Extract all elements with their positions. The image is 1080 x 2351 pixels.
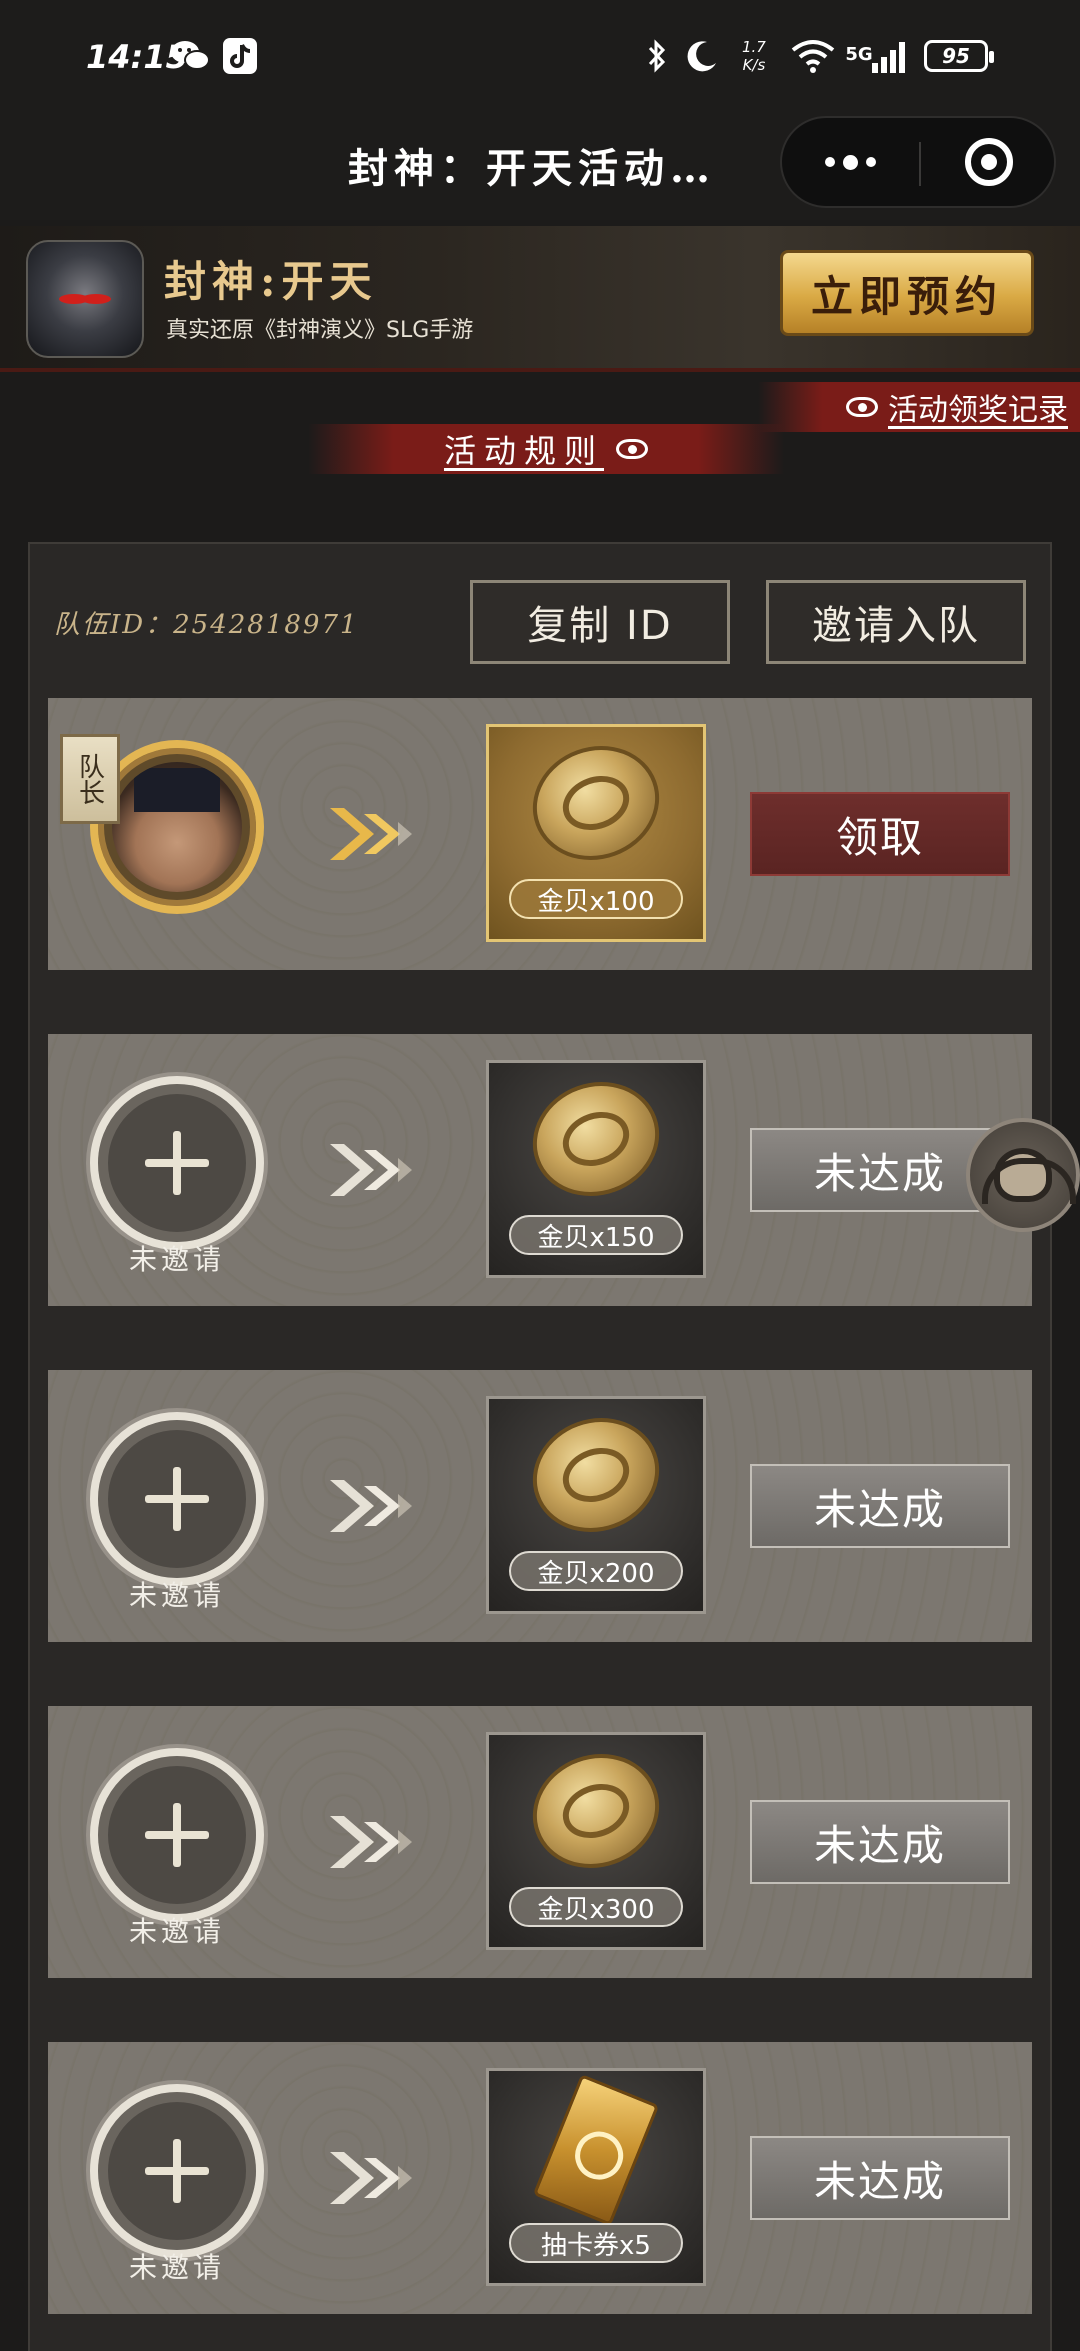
copy-id-button[interactable]: 复制 ID (470, 580, 730, 664)
slot-status-label: 未邀请 (128, 1915, 225, 1948)
slot-status-label: 未邀请 (128, 1579, 225, 1612)
reward-label: 金贝x150 (509, 1215, 683, 1255)
moon-icon (682, 36, 722, 76)
more-button[interactable] (782, 118, 919, 206)
slot-status-label: 未邀请 (128, 2251, 225, 2284)
double-arrow-icon (330, 2148, 440, 2208)
game-subtitle: 真实还原《封神演义》SLG手游 (166, 318, 474, 343)
signal-icon (868, 36, 912, 76)
captain-portrait (112, 762, 242, 892)
speed-unit: K/s (742, 56, 766, 74)
team-member-row: 未邀请 金贝x200 未达成 (48, 1370, 1032, 1642)
team-member-row: 未邀请 金贝x300 未达成 (48, 1706, 1032, 1978)
network-speed: 1.7 K/s (742, 38, 766, 74)
double-arrow-icon (330, 1476, 440, 1536)
speed-value: 1.7 (742, 38, 766, 56)
gold-shell-coin-icon (516, 1064, 676, 1214)
activity-rules-label: 活动规则 (443, 432, 604, 470)
team-id-value: 2542818971 (173, 610, 359, 640)
invite-slot[interactable] (90, 1412, 264, 1586)
gold-shell-coin-icon (516, 728, 676, 878)
plus-icon (145, 1131, 209, 1195)
customer-service-button[interactable] (966, 1118, 1080, 1232)
invite-slot[interactable] (90, 2084, 264, 2258)
team-member-row: 未邀请 金贝x150 未达成 (48, 1034, 1032, 1306)
reward-label: 金贝x100 (509, 879, 683, 919)
wechat-icon (168, 36, 212, 76)
headset-icon (982, 1148, 1076, 1204)
team-id-label: 队伍ID： (54, 610, 174, 640)
team-member-row: 队长 金贝x100 领取 (48, 698, 1032, 970)
team-member-row: 未邀请 抽卡券x5 未达成 (48, 2042, 1032, 2314)
plus-icon (145, 2139, 209, 2203)
slot-status-label: 未邀请 (128, 1243, 225, 1276)
target-close-icon (964, 138, 1013, 186)
close-button[interactable] (921, 118, 1056, 206)
double-arrow-icon (330, 804, 440, 864)
reward-label: 抽卡券x5 (509, 2223, 683, 2263)
reward-item: 抽卡券x5 (486, 2068, 706, 2286)
invite-slot[interactable] (90, 1748, 264, 1922)
reward-item: 金贝x200 (486, 1396, 706, 1614)
battery-icon: 95 (924, 40, 994, 72)
page-title: 封神：开天活动… (348, 145, 716, 192)
game-title: 封神:开天 (164, 257, 378, 306)
more-dot-icon (843, 154, 858, 170)
not-reached-button[interactable]: 未达成 (750, 1464, 1010, 1548)
captain-badge: 队长 (60, 734, 120, 824)
invite-team-button[interactable]: 邀请入队 (766, 580, 1026, 664)
claim-button[interactable]: 领取 (750, 792, 1010, 876)
reward-record-link[interactable]: 活动领奖记录 (758, 382, 1080, 432)
not-reached-button[interactable]: 未达成 (750, 2136, 1010, 2220)
status-bar: 14:15 1.7 K/s 5G 95 (0, 0, 1080, 110)
double-arrow-icon (330, 1140, 440, 1200)
reward-item: 金贝x300 (486, 1732, 706, 1950)
bluetooth-icon (642, 36, 672, 76)
draw-card-ticket-icon (532, 2073, 660, 2227)
plus-icon (145, 1467, 209, 1531)
mini-program-capsule (780, 116, 1056, 208)
gold-shell-coin-icon (516, 1400, 676, 1550)
tiktok-icon (220, 36, 260, 76)
reward-label: 金贝x200 (509, 1551, 683, 1591)
reward-record-label: 活动领奖记录 (888, 393, 1068, 428)
double-arrow-icon (330, 1812, 440, 1872)
wifi-icon (788, 36, 838, 76)
invite-slot[interactable] (90, 1076, 264, 1250)
not-reached-button[interactable]: 未达成 (750, 1800, 1010, 1884)
reward-item: 金贝x100 (486, 724, 706, 942)
reward-item: 金贝x150 (486, 1060, 706, 1278)
team-id: 队伍ID：2542818971 (54, 604, 359, 641)
more-dot-icon (866, 157, 876, 167)
gold-shell-coin-icon (516, 1736, 676, 1886)
game-banner[interactable]: 封神:开天 真实还原《封神演义》SLG手游 立即预约 (0, 226, 1080, 372)
more-dot-icon (825, 157, 835, 167)
eye-icon (846, 397, 878, 417)
battery-level: 95 (942, 44, 970, 68)
activity-rules-link[interactable]: 活动规则 (308, 424, 784, 474)
title-bar: 封神：开天活动… (0, 110, 1080, 220)
plus-icon (145, 1803, 209, 1867)
reward-label: 金贝x300 (509, 1887, 683, 1927)
game-app-icon (26, 240, 144, 358)
reserve-button[interactable]: 立即预约 (780, 250, 1034, 336)
eye-icon (616, 439, 648, 459)
